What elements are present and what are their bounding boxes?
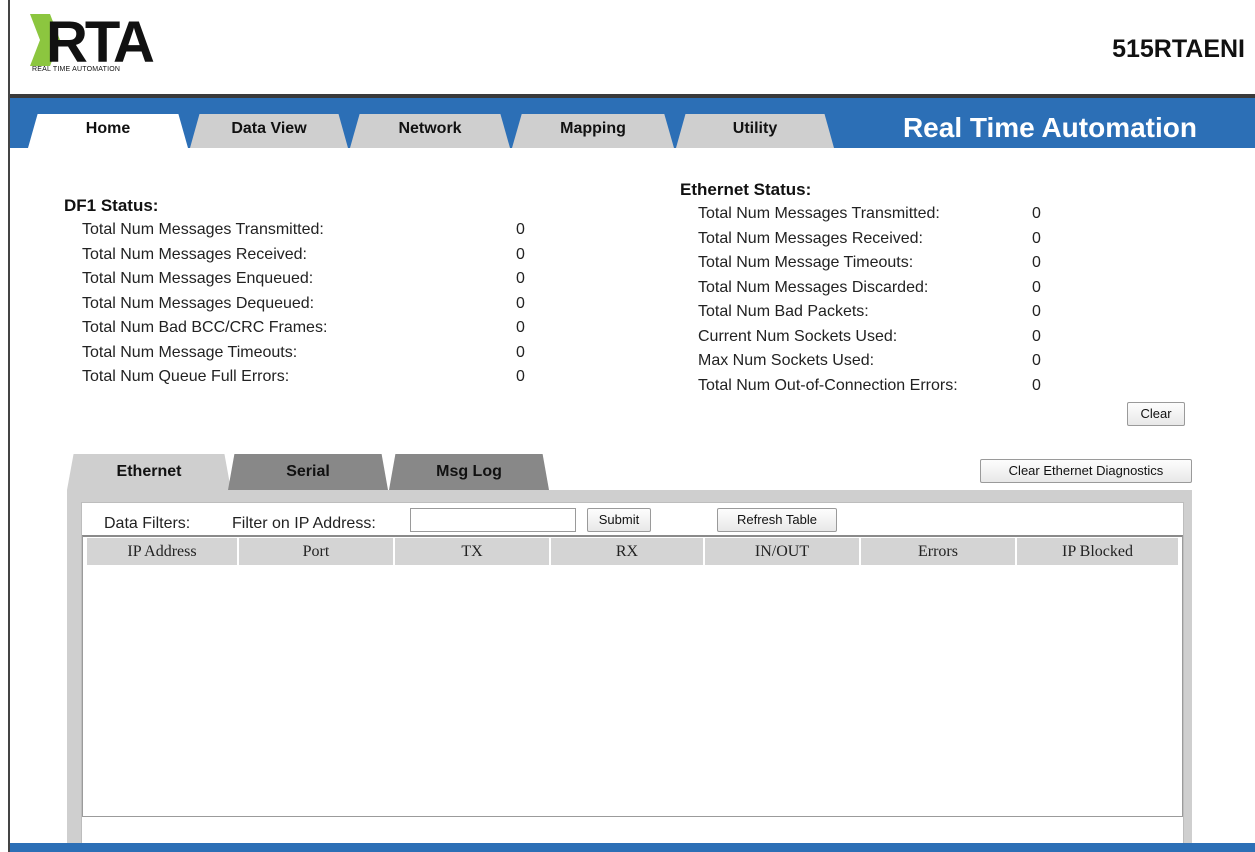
tab-utility-label: Utility	[732, 120, 778, 137]
col-ip-address[interactable]: IP Address	[87, 538, 239, 565]
diag-tab-serial[interactable]: Serial	[228, 454, 388, 490]
df1-row-value: 0	[516, 343, 525, 361]
tab-data-view[interactable]: Data View	[190, 114, 348, 148]
df1-row: Total Num Message Timeouts: 0	[64, 341, 544, 366]
eth-row-label: Max Num Sockets Used:	[698, 352, 875, 369]
df1-row: Total Num Messages Received: 0	[64, 243, 544, 268]
eth-row-value: 0	[1032, 254, 1041, 271]
df1-row: Total Num Messages Transmitted: 0	[64, 218, 544, 243]
col-errors[interactable]: Errors	[861, 538, 1017, 565]
data-filters-label: Data Filters:	[104, 515, 191, 532]
df1-row-label: Total Num Messages Transmitted:	[82, 221, 324, 238]
table-header-row: IP Address Port TX RX IN/OUT Errors IP B…	[87, 538, 1180, 565]
eth-row-value: 0	[1032, 278, 1041, 296]
refresh-table-button[interactable]: Refresh Table	[717, 508, 837, 532]
df1-row: Total Num Bad BCC/CRC Frames: 0	[64, 316, 544, 341]
diag-tab-ethernet-label: Ethernet	[116, 463, 182, 480]
logo-caption: REAL TIME AUTOMATION	[32, 66, 121, 73]
eth-row: Current Num Sockets Used: 0	[680, 325, 1180, 350]
df1-row: Total Num Messages Dequeued: 0	[64, 292, 544, 317]
df1-row-value: 0	[516, 221, 525, 238]
brand-title: Real Time Automation	[902, 112, 1197, 143]
df1-row-value: 0	[516, 368, 525, 385]
df1-row-label: Total Num Messages Enqueued:	[82, 270, 314, 287]
diag-tab-msg-log-label: Msg Log	[436, 463, 502, 480]
home-page: DF1 Status: Total Num Messages Transmitt…	[10, 148, 1255, 852]
eth-row-label: Total Num Messages Received:	[698, 229, 923, 247]
submit-filter-button[interactable]: Submit	[587, 508, 651, 532]
eth-row-value: 0	[1032, 303, 1041, 320]
tab-network-label: Network	[398, 120, 462, 137]
eth-row-value: 0	[1032, 229, 1041, 247]
tab-utility[interactable]: Utility	[676, 114, 834, 148]
tab-data-view-label: Data View	[231, 120, 307, 137]
eth-row: Total Num Out-of-Connection Errors: 0	[680, 374, 1180, 399]
footer-bar	[10, 843, 1255, 852]
df1-row-value: 0	[516, 245, 525, 263]
tab-home[interactable]: Home	[28, 114, 188, 148]
eth-row-label: Total Num Messages Transmitted:	[698, 205, 940, 222]
eth-row-label: Total Num Message Timeouts:	[698, 254, 914, 271]
eth-row-value: 0	[1032, 327, 1041, 345]
df1-row-label: Total Num Bad BCC/CRC Frames:	[82, 319, 328, 336]
eth-row-label: Total Num Bad Packets:	[698, 303, 869, 320]
tab-home-label: Home	[85, 120, 131, 137]
filter-ip-input[interactable]	[410, 508, 576, 532]
df1-row: Total Num Messages Enqueued: 0	[64, 267, 544, 292]
col-tx[interactable]: TX	[395, 538, 551, 565]
df1-row: Total Num Queue Full Errors: 0	[64, 365, 544, 390]
eth-row: Max Num Sockets Used: 0	[680, 349, 1180, 374]
diagnostics-table: IP Address Port TX RX IN/OUT Errors IP B…	[87, 538, 1180, 565]
df1-row-label: Total Num Message Timeouts:	[82, 343, 298, 361]
df1-row-label: Total Num Queue Full Errors:	[82, 368, 290, 385]
df1-row-value: 0	[516, 319, 525, 336]
tab-network[interactable]: Network	[350, 114, 510, 148]
eth-row-value: 0	[1032, 352, 1041, 369]
diagnostics-table-frame	[82, 535, 1183, 817]
main-navbar: Home Data View Network Mapping Utility R…	[10, 94, 1255, 148]
clear-ethernet-status-button[interactable]: Clear	[1127, 402, 1185, 426]
eth-row-label: Current Num Sockets Used:	[698, 327, 898, 345]
clear-ethernet-diagnostics-button[interactable]: Clear Ethernet Diagnostics	[980, 459, 1192, 483]
diag-tab-msg-log[interactable]: Msg Log	[389, 454, 549, 490]
tab-mapping[interactable]: Mapping	[512, 114, 674, 148]
col-ip-blocked[interactable]: IP Blocked	[1017, 538, 1180, 565]
eth-row: Total Num Message Timeouts: 0	[680, 251, 1180, 276]
col-port[interactable]: Port	[239, 538, 395, 565]
eth-row-value: 0	[1032, 205, 1041, 222]
eth-row-value: 0	[1032, 376, 1041, 394]
tab-mapping-label: Mapping	[560, 120, 626, 137]
eth-row: Total Num Messages Transmitted: 0	[680, 202, 1180, 227]
eth-row-label: Total Num Messages Discarded:	[698, 278, 929, 296]
diag-tab-ethernet[interactable]: Ethernet	[67, 454, 231, 490]
df1-row-value: 0	[516, 294, 525, 312]
col-in-out[interactable]: IN/OUT	[705, 538, 861, 565]
eth-row: Total Num Messages Discarded: 0	[680, 276, 1180, 301]
df1-status-title: DF1 Status:	[64, 196, 159, 215]
ethernet-status-title: Ethernet Status:	[680, 180, 812, 199]
eth-row-label: Total Num Out-of-Connection Errors:	[698, 376, 958, 394]
eth-row: Total Num Messages Received: 0	[680, 227, 1180, 252]
ethernet-status-section: Ethernet Status: Total Num Messages Tran…	[680, 180, 1180, 398]
df1-row-label: Total Num Messages Dequeued:	[82, 294, 315, 312]
device-name: 515RTAENI	[1112, 35, 1245, 63]
filter-ip-label: Filter on IP Address:	[232, 515, 376, 532]
df1-row-value: 0	[516, 270, 525, 287]
col-rx[interactable]: RX	[551, 538, 705, 565]
eth-row: Total Num Bad Packets: 0	[680, 300, 1180, 325]
df1-status-section: DF1 Status: Total Num Messages Transmitt…	[64, 196, 544, 390]
diag-tab-serial-label: Serial	[286, 463, 330, 480]
df1-row-label: Total Num Messages Received:	[82, 245, 307, 263]
